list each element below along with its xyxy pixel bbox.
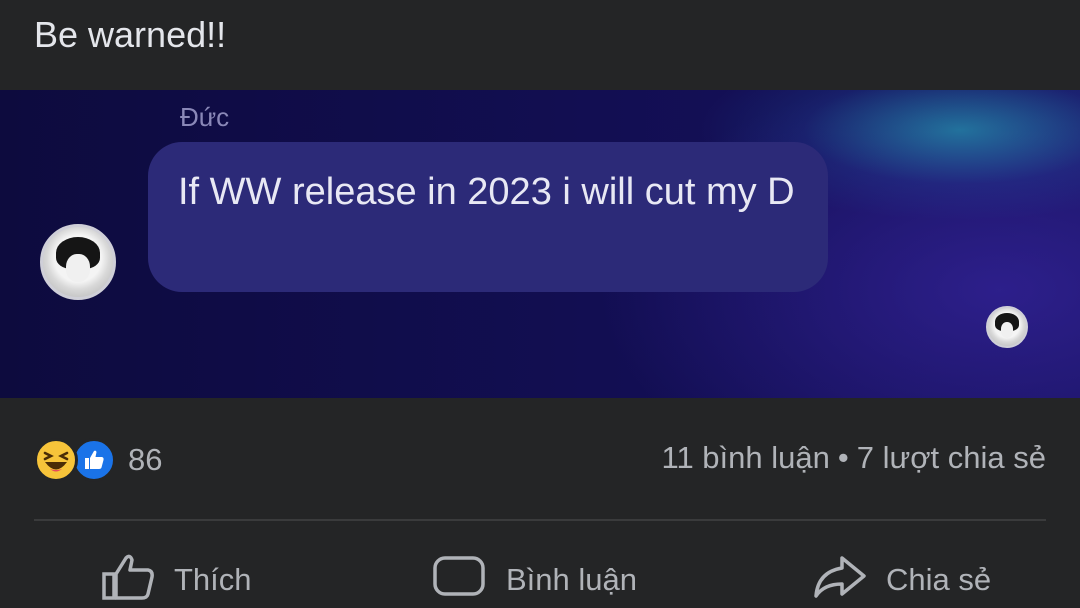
thumbs-up-icon: [100, 552, 156, 608]
post-stats: 11 bình luận • 7 lượt chia sẻ: [662, 440, 1047, 476]
like-label: Thích: [174, 562, 252, 597]
comment-button[interactable]: Bình luận: [432, 552, 637, 608]
stats-separator: •: [837, 440, 849, 475]
haha-icon: [34, 438, 78, 482]
comment-icon: [432, 552, 488, 608]
comment-count-link[interactable]: 11 bình luận: [662, 440, 830, 475]
post-text: Be warned!!: [34, 14, 227, 55]
sender-avatar: [40, 224, 116, 300]
share-icon: [812, 552, 868, 608]
divider: [34, 519, 1046, 521]
share-count-link[interactable]: 7 lượt chia sẻ: [857, 440, 1046, 475]
like-button[interactable]: Thích: [100, 552, 252, 608]
share-button[interactable]: Chia sẻ: [812, 552, 991, 608]
message-sender-name: Đức: [180, 102, 230, 132]
message-text: If WW release in 2023 i will cut my D: [178, 171, 795, 213]
like-icon: [72, 438, 116, 482]
reactions-summary[interactable]: 86: [34, 438, 162, 482]
reaction-count: 86: [128, 442, 163, 477]
comment-label: Bình luận: [506, 562, 637, 597]
share-label: Chia sẻ: [886, 562, 992, 597]
message-bubble: If WW release in 2023 i will cut my D: [148, 142, 828, 292]
seen-avatar: [986, 306, 1028, 348]
shared-screenshot-image[interactable]: Đức If WW release in 2023 i will cut my …: [0, 90, 1080, 398]
